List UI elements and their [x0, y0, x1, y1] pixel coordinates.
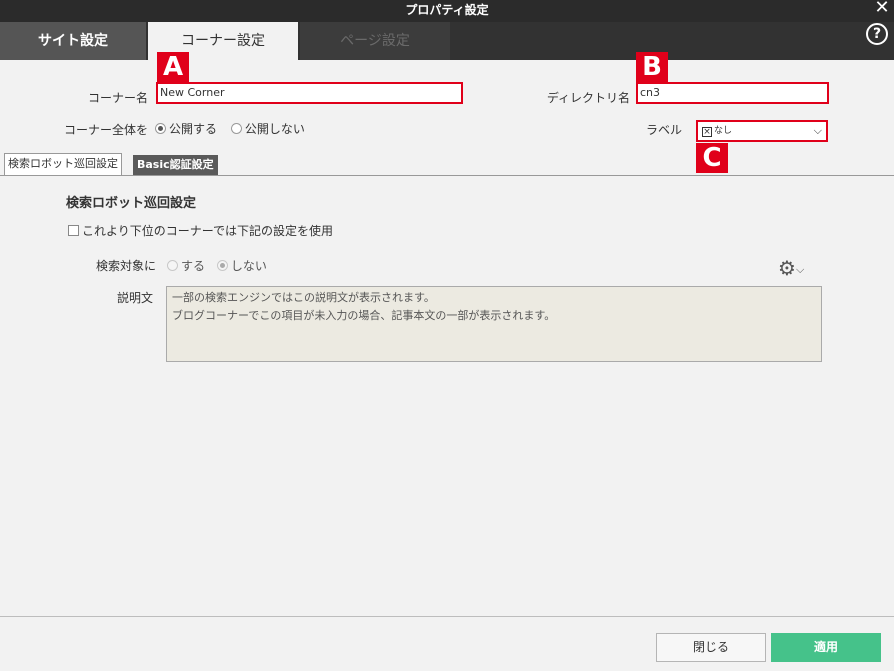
radio-checked-icon [216, 260, 228, 271]
subtab-search-robot[interactable]: 検索ロボット巡回設定 [4, 153, 122, 175]
visibility-label: コーナー全体を [63, 123, 148, 137]
label-select-value: なし [714, 126, 733, 136]
visibility-private-label: 公開しない [244, 122, 305, 136]
inherit-settings-checkbox[interactable]: これより下位のコーナーでは下記の設定を使用 [68, 222, 333, 239]
window-titlebar: プロパティ設定 ✕ [0, 0, 894, 22]
corner-name-input[interactable]: New Corner [156, 82, 463, 104]
inherit-settings-label: これより下位のコーナーでは下記の設定を使用 [82, 224, 334, 238]
description-placeholder-line: ブログコーナーでこの項目が未入力の場合、記事本文の一部が表示されます。 [172, 309, 556, 322]
close-icon[interactable]: ✕ [874, 0, 890, 17]
gear-icon: ⚙ [778, 256, 796, 280]
directory-name-label: ディレクトリ名 [546, 91, 630, 105]
radio-unchecked-icon [167, 260, 178, 271]
settings-dropdown-button[interactable]: ⚙⌵ [778, 257, 804, 281]
apply-button[interactable]: 適用 [771, 633, 881, 662]
main-tab-bar: サイト設定 コーナー設定 ページ設定 ? [0, 22, 894, 60]
label-select[interactable]: × なし ⌵ [696, 120, 828, 142]
checkbox-box [68, 225, 79, 236]
visibility-radio-group: 公開する 公開しない [155, 120, 315, 137]
description-label: 説明文 [117, 291, 154, 305]
section-title: 検索ロボット巡回設定 [66, 196, 197, 211]
visibility-private-radio[interactable]: 公開しない [230, 122, 305, 136]
tab-site-settings[interactable]: サイト設定 [0, 22, 146, 60]
footer-divider [0, 616, 894, 617]
visibility-public-radio[interactable]: 公開する [155, 122, 217, 136]
corner-name-label: コーナー名 [87, 91, 148, 105]
search-target-no-radio: しない [216, 259, 267, 273]
search-target-yes-label: する [181, 259, 206, 273]
callout-b-badge: B [636, 52, 668, 82]
visibility-public-label: 公開する [169, 122, 218, 136]
search-target-no-label: しない [230, 259, 267, 273]
radio-unchecked-icon [230, 123, 242, 134]
callout-a-badge: A [157, 52, 189, 82]
directory-name-input[interactable]: cn3 [636, 82, 829, 104]
label-field-label: ラベル [645, 123, 682, 137]
help-icon[interactable]: ? [866, 23, 888, 45]
callout-c-badge: C [696, 143, 728, 173]
chevron-down-icon: ⌵ [795, 263, 805, 276]
no-label-icon: × [702, 127, 712, 137]
search-target-radio-group: する しない [167, 257, 275, 274]
description-placeholder-line: 一部の検索エンジンではこの説明文が表示されます。 [172, 291, 435, 304]
chevron-down-icon: ⌵ [813, 124, 822, 137]
radio-checked-icon [155, 123, 166, 134]
subtab-basic-auth[interactable]: Basic認証設定 [133, 155, 218, 175]
tab-page-settings: ページ設定 [300, 22, 450, 60]
subtab-divider [0, 175, 894, 176]
description-textarea[interactable]: 一部の検索エンジンではこの説明文が表示されます。 ブログコーナーでこの項目が未入… [166, 286, 822, 362]
search-target-label: 検索対象に [96, 259, 157, 273]
close-button[interactable]: 閉じる [656, 633, 766, 662]
window-title: プロパティ設定 [405, 3, 489, 17]
search-target-yes-radio: する [167, 259, 205, 273]
